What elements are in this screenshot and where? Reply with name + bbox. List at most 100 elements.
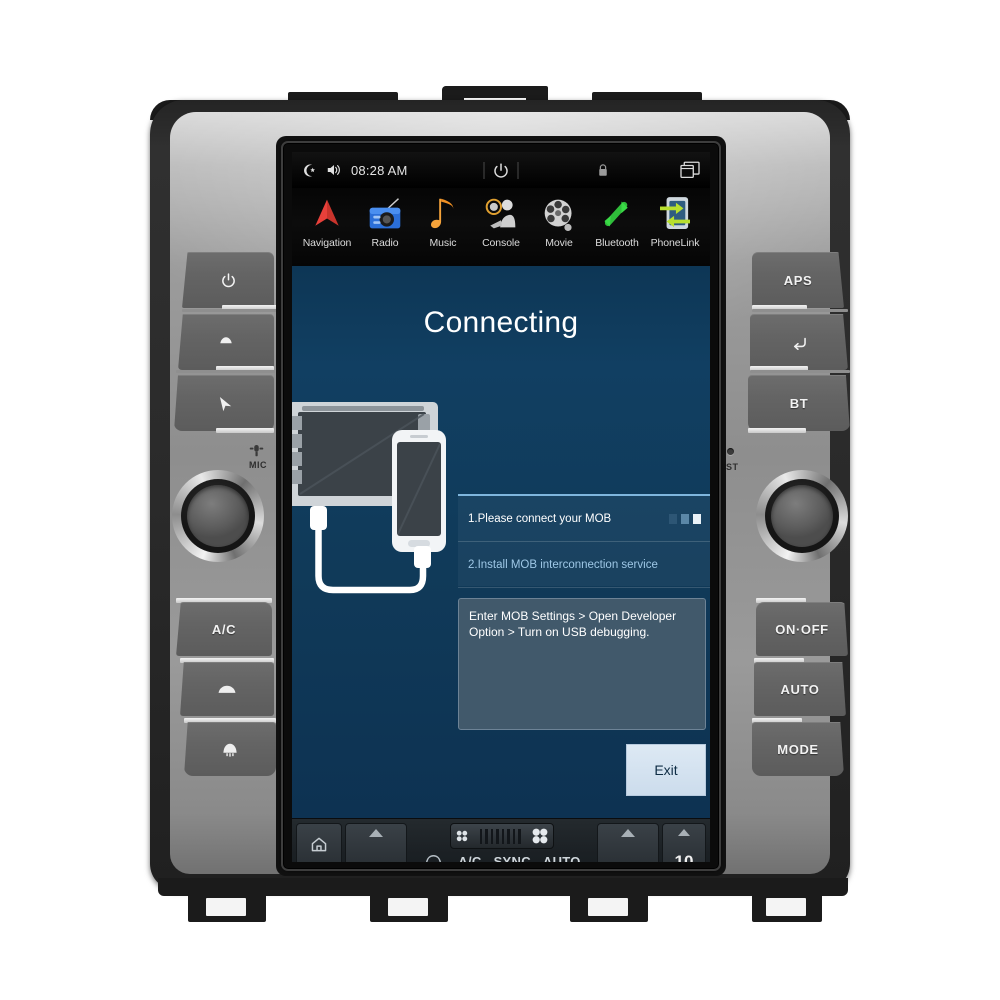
chevron-up-icon[interactable] (369, 829, 383, 837)
steps-list: 1.Please connect your MOB 2.Install MOB … (458, 494, 710, 588)
app-label: Movie (545, 237, 573, 249)
right-rotary-knob[interactable] (756, 470, 848, 562)
hard-button-defrost-rear-left[interactable] (180, 662, 274, 716)
climate-right-stepper[interactable] (597, 823, 659, 862)
right-button-group-bottom: ON·OFF AUTO MODE (742, 598, 852, 776)
app-music[interactable]: Music (414, 192, 472, 249)
hard-button-auto[interactable]: AUTO (754, 662, 846, 716)
hard-button-ac-label: A/C (211, 621, 237, 637)
temperature-value: 10 (674, 851, 694, 863)
hard-button-home-left[interactable] (178, 314, 274, 370)
microphone-icon (249, 444, 264, 458)
button-highlight (176, 370, 275, 373)
hard-button-defrost-front-left[interactable] (184, 722, 276, 776)
step-label: 2.Install MOB interconnection service (468, 558, 658, 571)
navigation-cursor-icon (216, 395, 232, 412)
button-highlight (216, 428, 274, 433)
power-icon (220, 272, 237, 289)
return-arrow-icon (790, 335, 809, 350)
page-title: Connecting (423, 306, 579, 339)
separator (483, 161, 485, 179)
app-movie[interactable]: Movie (530, 192, 588, 249)
music-note-icon (428, 192, 458, 236)
hard-button-on-off-label: ON·OFF (775, 621, 829, 637)
fan-speed-bars (479, 828, 521, 844)
hard-button-auto-label: AUTO (780, 681, 820, 697)
knob-inner (771, 485, 833, 547)
mount-rail-bottom (158, 878, 848, 896)
instruction-box: Enter MOB Settings > Open Developer Opti… (458, 598, 706, 730)
recents-windows-icon[interactable] (679, 161, 701, 179)
fan-speed-control[interactable] (450, 823, 554, 849)
separator (517, 161, 519, 179)
reset-pinhole[interactable] (727, 448, 734, 455)
app-bluetooth[interactable]: Bluetooth (588, 192, 646, 249)
lock-icon[interactable] (597, 163, 609, 178)
status-bar-power-group (483, 161, 519, 180)
app-label: Navigation (302, 237, 352, 249)
connection-illustration (292, 398, 477, 698)
mic-label: MIC (249, 460, 267, 470)
moon-star-icon[interactable] (302, 163, 317, 178)
status-bar-left: 08:28 AM (292, 163, 408, 178)
hard-button-on-off[interactable]: ON·OFF (756, 602, 848, 656)
climate-mode-row: A/C SYNC AUTO (410, 853, 594, 862)
exit-button[interactable]: Exit (626, 744, 706, 796)
home-icon[interactable] (310, 836, 328, 853)
touchscreen[interactable]: 08:28 AM Navigation Radio Music Console … (292, 152, 710, 862)
climate-ac-label[interactable]: A/C (458, 854, 481, 863)
fan-large-icon[interactable] (531, 827, 549, 845)
step-item[interactable]: 1.Please connect your MOB (458, 496, 710, 542)
status-bar: 08:28 AM (292, 152, 710, 188)
progress-dot (669, 513, 677, 524)
hard-button-return[interactable] (750, 314, 848, 370)
app-console[interactable]: Console (472, 192, 530, 249)
hard-button-aps-label: APS (783, 272, 813, 288)
progress-dot (681, 513, 689, 524)
speaker-icon[interactable] (326, 163, 342, 177)
hard-button-ac[interactable]: A/C (176, 602, 272, 656)
progress-dot-active (693, 513, 701, 524)
climate-sync-label[interactable]: SYNC (494, 854, 531, 863)
knob-inner (187, 485, 249, 547)
defrost-front-icon[interactable] (423, 853, 444, 862)
defrost-front-icon (220, 741, 240, 758)
climate-center: A/C SYNC AUTO (410, 823, 594, 862)
hard-button-mode[interactable]: MODE (752, 722, 844, 776)
app-label: Radio (371, 237, 399, 249)
app-label: PhoneLink (650, 237, 700, 249)
app-phonelink[interactable]: PhoneLink (646, 192, 704, 249)
hard-button-power-left[interactable] (182, 252, 274, 308)
button-highlight (748, 428, 806, 433)
head-unit-screenshot: MIC A/C APS BT RST ON·OFF AUTO MODE 08:2… (0, 0, 1000, 1000)
progress-dots (669, 513, 701, 524)
status-bar-time: 08:28 AM (351, 162, 408, 178)
left-rotary-knob[interactable] (172, 470, 264, 562)
hard-button-bt[interactable]: BT (748, 375, 850, 431)
hard-button-aps[interactable]: APS (752, 252, 844, 308)
bluetooth-icon (600, 192, 634, 236)
temperature-stepper[interactable]: 10 (662, 823, 706, 862)
app-radio[interactable]: Radio (356, 192, 414, 249)
fan-small-icon[interactable] (455, 829, 469, 843)
main-content: Connecting 1.Please connect your MOB 2.I… (292, 266, 710, 818)
phonelink-icon (660, 192, 690, 236)
chevron-up-icon[interactable] (621, 829, 635, 837)
left-button-group-top (170, 252, 280, 438)
console-driver-icon (482, 192, 520, 236)
button-highlight (750, 370, 850, 373)
app-label: Console (482, 237, 520, 249)
hard-button-bt-label: BT (789, 395, 809, 411)
triangle-up-icon[interactable] (678, 829, 690, 836)
film-reel-icon (541, 192, 577, 236)
app-dock: Navigation Radio Music Console Movie Blu… (292, 188, 710, 266)
radio-icon (366, 192, 404, 236)
app-navigation[interactable]: Navigation (298, 192, 356, 249)
climate-auto-label[interactable]: AUTO (543, 854, 581, 863)
power-icon[interactable] (492, 161, 511, 180)
left-button-group-bottom: A/C (168, 598, 278, 776)
app-label: Bluetooth (595, 237, 639, 249)
climate-left-stepper[interactable] (345, 823, 407, 862)
step-item[interactable]: 2.Install MOB interconnection service (458, 542, 710, 588)
hard-button-navigation-left[interactable] (174, 375, 274, 431)
